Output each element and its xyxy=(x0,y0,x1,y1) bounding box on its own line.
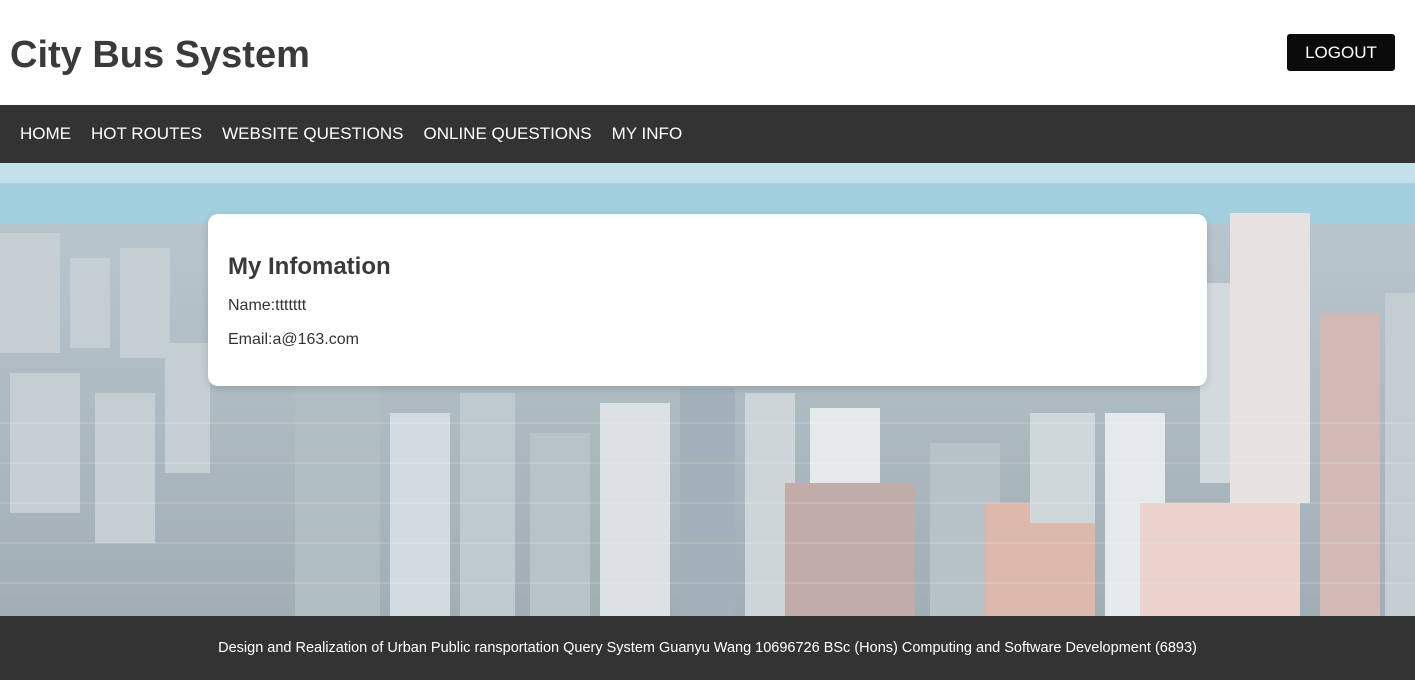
email-line: Email:a@163.com xyxy=(228,331,359,348)
nav-online-questions[interactable]: ONLINE QUESTIONS xyxy=(414,105,602,163)
footer-text: Design and Realization of Urban Public r… xyxy=(218,640,1197,656)
site-title: City Bus System xyxy=(10,34,310,76)
my-info-card: My Infomation Name:ttttttt Email:a@163.c… xyxy=(208,214,1207,386)
footer: Design and Realization of Urban Public r… xyxy=(0,616,1415,680)
header: City Bus System LOGOUT xyxy=(0,0,1415,105)
name-line: Name:ttttttt xyxy=(228,297,307,314)
logout-button[interactable]: LOGOUT xyxy=(1287,34,1395,71)
nav-hot-routes[interactable]: HOT ROUTES xyxy=(81,105,212,163)
info-heading: My Infomation xyxy=(228,253,391,280)
nav-home[interactable]: HOME xyxy=(10,105,81,163)
main-nav: HOME HOT ROUTES WEBSITE QUESTIONS ONLINE… xyxy=(0,105,1415,163)
nav-my-info[interactable]: MY INFO xyxy=(602,105,693,163)
nav-website-questions[interactable]: WEBSITE QUESTIONS xyxy=(212,105,413,163)
